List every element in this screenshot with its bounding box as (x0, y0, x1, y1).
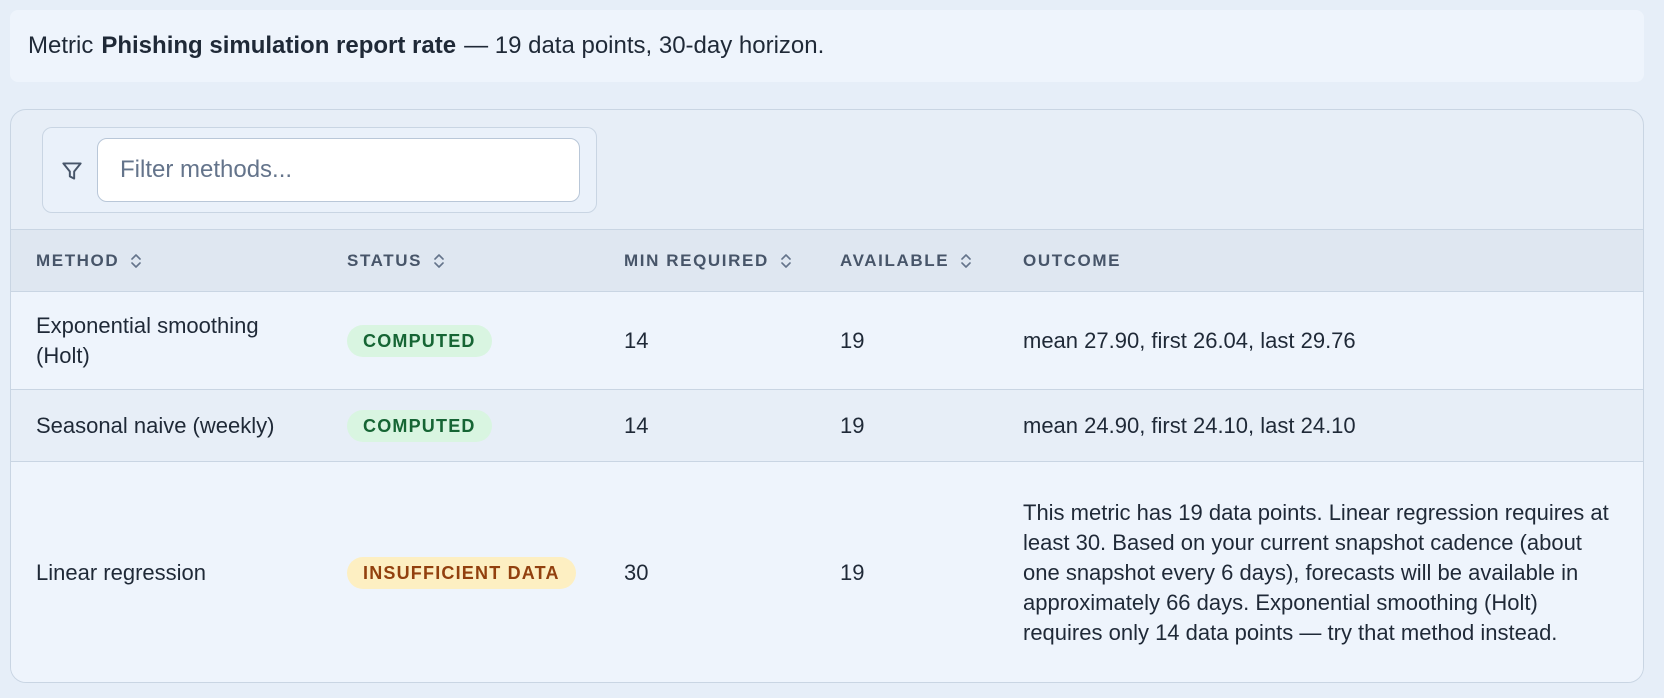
sort-icon (961, 253, 971, 268)
table-row: Linear regression INSUFFICIENT DATA 30 1… (11, 462, 1643, 682)
summary-prefix: Metric (28, 32, 94, 59)
column-header-min-required-label: MIN REQUIRED (624, 250, 769, 270)
column-header-available[interactable]: AVAILABLE (840, 230, 973, 291)
table-row: Seasonal naive (weekly) COMPUTED 14 19 m… (11, 390, 1643, 462)
metric-summary: Metric Phishing simulation report rate —… (10, 10, 1644, 82)
column-header-available-label: AVAILABLE (840, 250, 950, 270)
sort-icon (131, 253, 142, 268)
column-header-method[interactable]: METHOD (36, 230, 143, 291)
column-header-status[interactable]: STATUS (347, 230, 446, 291)
cell-outcome: This metric has 19 data points. Linear r… (1023, 500, 1609, 645)
column-header-method-label: METHOD (36, 250, 120, 270)
table-toolbar (11, 110, 1643, 229)
table-header: METHOD STATUS MIN REQUIRED AVAILABLE OUT… (11, 229, 1643, 292)
cell-available: 19 (840, 412, 865, 438)
sort-icon (781, 253, 791, 268)
filter-methods-input[interactable] (97, 138, 580, 202)
forecast-methods-card: METHOD STATUS MIN REQUIRED AVAILABLE OUT… (10, 109, 1644, 683)
status-badge: COMPUTED (347, 409, 492, 442)
cell-method: Linear regression (36, 560, 206, 585)
cell-status: COMPUTED (347, 292, 492, 389)
cell-min-required: 14 (624, 412, 649, 438)
cell-available: 19 (840, 327, 865, 353)
cell-min-required: 30 (624, 560, 649, 585)
status-badge: COMPUTED (347, 324, 492, 357)
filter-icon (62, 162, 82, 180)
cell-outcome: mean 24.90, first 24.10, last 24.10 (1023, 412, 1356, 438)
column-header-outcome: OUTCOME (1023, 230, 1121, 291)
cell-method: Exponential smoothing (Holt) (36, 312, 259, 368)
filter-box (42, 127, 597, 213)
sort-icon (434, 253, 444, 268)
metric-name: Phishing simulation report rate (101, 32, 457, 59)
table-row: Exponential smoothing (Holt) COMPUTED 14… (11, 292, 1643, 390)
cell-status: COMPUTED (347, 390, 492, 461)
summary-suffix: — 19 data points, 30-day horizon. (464, 32, 825, 59)
status-badge: INSUFFICIENT DATA (347, 557, 576, 589)
cell-outcome: mean 27.90, first 26.04, last 29.76 (1023, 327, 1356, 353)
column-header-outcome-label: OUTCOME (1023, 250, 1122, 270)
column-header-min-required[interactable]: MIN REQUIRED (624, 230, 793, 291)
column-header-status-label: STATUS (347, 250, 423, 270)
cell-min-required: 14 (624, 327, 649, 353)
cell-available: 19 (840, 560, 865, 585)
cell-method: Seasonal naive (weekly) (36, 412, 275, 438)
cell-status: INSUFFICIENT DATA (347, 462, 576, 682)
